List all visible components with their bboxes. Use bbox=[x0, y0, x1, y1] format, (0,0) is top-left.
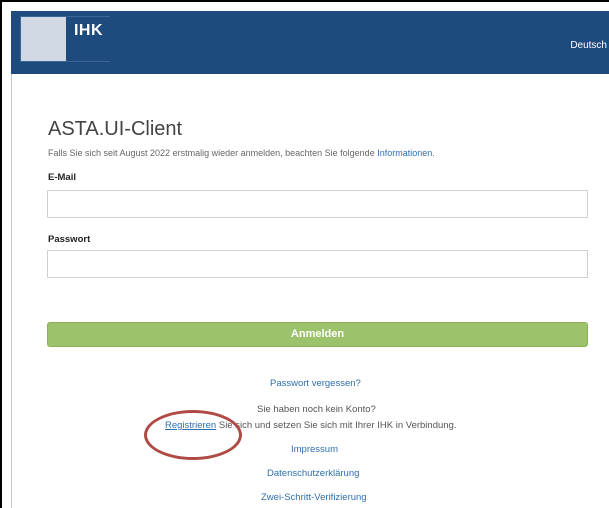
informationen-link[interactable]: Informationen bbox=[377, 148, 432, 158]
login-hint: Falls Sie sich seit August 2022 erstmali… bbox=[48, 148, 435, 158]
hint-end: . bbox=[432, 148, 435, 158]
top-header-bar: IHK Deutsch bbox=[11, 11, 609, 74]
forgot-password-link[interactable]: Passwort vergessen? bbox=[270, 378, 361, 389]
no-account-text: Sie haben noch kein Konto? bbox=[257, 404, 376, 415]
hint-text: Falls Sie sich seit August 2022 erstmali… bbox=[48, 148, 378, 158]
register-row: Registrieren Sie sich und setzen Sie sic… bbox=[165, 420, 456, 431]
register-link[interactable]: Registrieren bbox=[165, 420, 216, 431]
two-factor-link[interactable]: Zwei-Schritt-Verifizierung bbox=[261, 492, 367, 503]
email-label: E-Mail bbox=[48, 172, 76, 183]
browser-frame: IHK Deutsch ASTA.UI-Client Falls Sie sic… bbox=[0, 0, 609, 508]
password-input[interactable] bbox=[47, 250, 588, 278]
impressum-link[interactable]: Impressum bbox=[291, 444, 338, 455]
email-input[interactable] bbox=[47, 190, 588, 218]
language-selector[interactable]: Deutsch bbox=[570, 40, 607, 51]
ihk-logo[interactable]: IHK bbox=[20, 16, 111, 62]
password-label: Passwort bbox=[48, 234, 91, 245]
register-rest-text: Sie sich und setzen Sie sich mit Ihrer I… bbox=[216, 420, 457, 431]
content-left-border bbox=[11, 74, 12, 508]
page-title: ASTA.UI-Client bbox=[48, 118, 183, 140]
privacy-link[interactable]: Datenschutzerklärung bbox=[267, 468, 359, 479]
annotation-circle bbox=[144, 410, 242, 460]
login-button[interactable]: Anmelden bbox=[47, 322, 588, 347]
logo-text: IHK bbox=[73, 22, 103, 39]
